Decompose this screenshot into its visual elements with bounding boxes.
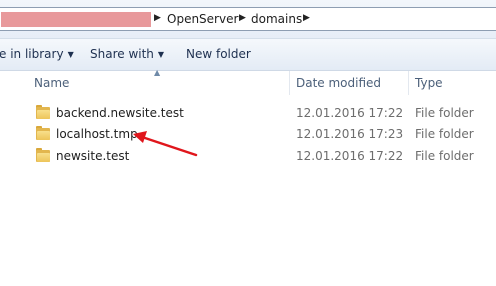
annotation-arrow: [133, 131, 198, 157]
